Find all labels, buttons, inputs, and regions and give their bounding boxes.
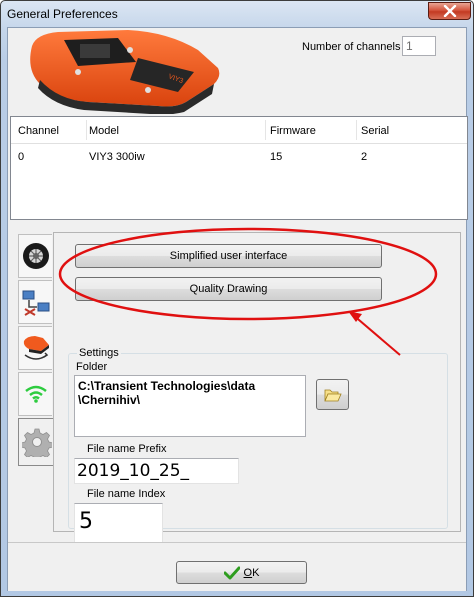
wheel-icon	[22, 243, 49, 269]
checkmark-icon	[223, 566, 240, 579]
channels-label: Number of channels	[302, 41, 401, 53]
device-panel: VIY3 Number of channels 1	[8, 28, 466, 116]
gear-icon	[21, 428, 52, 457]
gpr-device-image: VIY3	[30, 30, 220, 114]
cell-channel: 0	[18, 151, 25, 163]
channel-table[interactable]: Channel Model Firmware Serial 0 VIY3 300…	[10, 116, 468, 220]
cell-serial: 2	[361, 151, 368, 163]
prefix-label: File name Prefix	[87, 443, 167, 455]
side-tab-strip	[18, 234, 54, 484]
simplified-ui-button[interactable]: Simplified user interface	[75, 244, 382, 268]
ok-label-rest: K	[252, 566, 260, 579]
dialog-footer: OK	[8, 542, 466, 591]
ok-button[interactable]: OK	[176, 561, 307, 584]
browse-folder-button[interactable]	[316, 379, 349, 410]
ok-accelerator: O	[243, 566, 253, 579]
network-icon	[22, 290, 49, 316]
close-icon	[443, 5, 456, 17]
folder-value: C:\Transient Technologies\data \Chernihi…	[78, 379, 256, 407]
tab-settings[interactable]	[18, 418, 54, 466]
open-folder-icon	[323, 389, 342, 401]
close-button[interactable]	[428, 2, 471, 20]
settings-tab-page: Simplified user interface Quality Drawin…	[53, 232, 461, 543]
device-icon	[23, 336, 49, 360]
cell-firmware: 15	[270, 151, 283, 163]
column-header-firmware[interactable]: Firmware	[270, 125, 316, 137]
tab-wheel[interactable]	[18, 234, 52, 278]
index-label: File name Index	[87, 488, 166, 500]
folder-label: Folder	[76, 361, 108, 373]
cell-model: VIY3 300iw	[89, 151, 145, 163]
channels-input[interactable]: 1	[402, 36, 436, 56]
wifi-icon	[24, 385, 47, 403]
preferences-window: General Preferences VIY3 Number of chann…	[0, 0, 474, 597]
index-input[interactable]: 5	[74, 503, 163, 543]
column-header-model[interactable]: Model	[89, 125, 119, 137]
quality-drawing-button[interactable]: Quality Drawing	[75, 277, 382, 301]
prefix-input[interactable]: 2019_10_25_	[74, 458, 239, 484]
tab-wifi[interactable]	[18, 372, 52, 416]
table-header: Channel Model Firmware Serial	[11, 117, 467, 144]
settings-group-title: Settings	[77, 347, 121, 359]
column-header-channel[interactable]: Channel	[18, 125, 59, 137]
column-header-serial[interactable]: Serial	[361, 125, 389, 137]
window-title: General Preferences	[7, 7, 118, 21]
window-client-area: VIY3 Number of channels 1 Channel Model …	[7, 27, 468, 591]
tab-network[interactable]	[18, 280, 52, 324]
folder-input[interactable]: C:\Transient Technologies\data \Chernihi…	[74, 375, 306, 437]
tab-device[interactable]	[18, 326, 52, 370]
title-bar[interactable]: General Preferences	[1, 1, 475, 27]
